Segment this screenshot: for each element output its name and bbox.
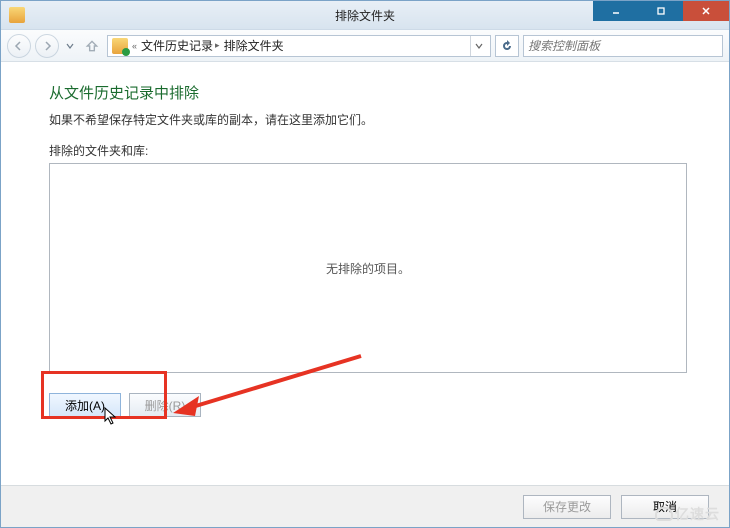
footer: 保存更改 取消 [1, 485, 729, 527]
breadcrumb-segment-1[interactable]: 文件历史记录 ▸ [141, 37, 220, 54]
page-description: 如果不希望保存特定文件夹或库的副本，请在这里添加它们。 [49, 111, 687, 128]
forward-button[interactable] [35, 34, 59, 58]
maximize-button[interactable] [638, 1, 683, 21]
empty-list-text: 无排除的项目。 [326, 260, 410, 277]
watermark-text: 亿速云 [675, 504, 720, 524]
navigation-bar: « 文件历史记录 ▸ 排除文件夹 [1, 30, 729, 62]
up-button[interactable] [81, 35, 103, 57]
breadcrumb-label: 文件历史记录 [141, 37, 213, 54]
window-icon [9, 7, 25, 23]
search-box[interactable] [523, 35, 723, 57]
page-heading: 从文件历史记录中排除 [49, 82, 687, 103]
excluded-folders-list[interactable]: 无排除的项目。 [49, 163, 687, 373]
save-changes-button: 保存更改 [523, 495, 611, 519]
window-controls [593, 1, 729, 21]
history-dropdown[interactable] [63, 35, 77, 57]
chevron-right-icon: ▸ [215, 40, 220, 51]
breadcrumb-dropdown[interactable] [470, 36, 486, 56]
breadcrumb[interactable]: « 文件历史记录 ▸ 排除文件夹 [107, 35, 491, 57]
cloud-icon [655, 507, 673, 521]
breadcrumb-prefix: « [132, 41, 137, 51]
title-bar: 排除文件夹 [1, 1, 729, 30]
back-button[interactable] [7, 34, 31, 58]
location-icon [112, 38, 128, 54]
button-row: 添加(A) 删除(R) [49, 393, 687, 417]
close-button[interactable] [683, 1, 729, 21]
list-label: 排除的文件夹和库: [49, 142, 687, 159]
breadcrumb-label: 排除文件夹 [224, 37, 284, 54]
watermark: 亿速云 [655, 504, 720, 524]
add-button[interactable]: 添加(A) [49, 393, 121, 417]
refresh-button[interactable] [495, 35, 519, 57]
search-input[interactable] [528, 39, 718, 53]
minimize-button[interactable] [593, 1, 638, 21]
content-area: 从文件历史记录中排除 如果不希望保存特定文件夹或库的副本，请在这里添加它们。 排… [1, 62, 729, 485]
breadcrumb-segment-2[interactable]: 排除文件夹 [224, 37, 284, 54]
remove-button: 删除(R) [129, 393, 201, 417]
window-title: 排除文件夹 [335, 7, 395, 24]
